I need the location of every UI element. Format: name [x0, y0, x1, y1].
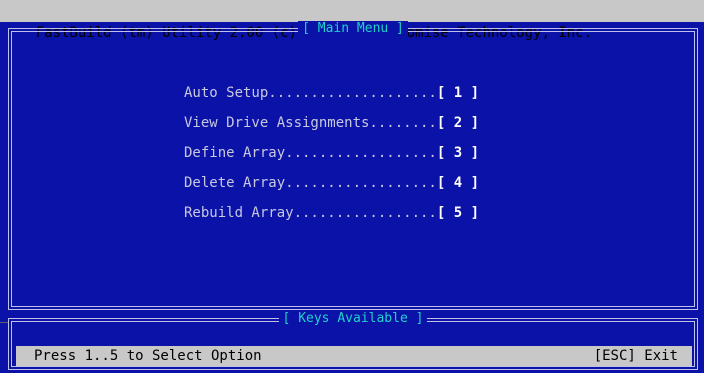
menu-item-label: Rebuild Array.................	[184, 205, 437, 221]
menu-item-rebuild-array[interactable]: Rebuild Array.................[ 5 ]	[184, 198, 479, 228]
menu-item-label: Define Array..................	[184, 145, 437, 161]
menu-item-delete-array[interactable]: Delete Array..................[ 4 ]	[184, 168, 479, 198]
menu-item-label: View Drive Assignments........	[184, 115, 437, 131]
menu-item-view-drive-assignments[interactable]: View Drive Assignments........[ 2 ]	[184, 108, 479, 138]
menu-item-key: [ 1 ]	[436, 85, 480, 101]
status-hint: Press 1..5 to Select Option	[34, 348, 262, 364]
menu-item-label: Auto Setup....................	[184, 85, 437, 101]
menu-item-auto-setup[interactable]: Auto Setup....................[ 1 ]	[184, 78, 479, 108]
keys-available-title: [ Keys Available ]	[278, 311, 428, 327]
menu-item-define-array[interactable]: Define Array..................[ 3 ]	[184, 138, 479, 168]
menu-item-key: [ 5 ]	[436, 205, 480, 221]
menu-item-key: [ 3 ]	[436, 145, 480, 161]
main-menu-list: Auto Setup....................[ 1 ] View…	[184, 78, 479, 228]
esc-exit-key[interactable]: [ESC] Exit	[594, 346, 678, 366]
divider-line	[0, 322, 8, 323]
menu-item-key: [ 4 ]	[436, 175, 480, 191]
status-bar: Press 1..5 to Select Option [ESC] Exit	[16, 346, 692, 366]
app-title-bar: FastBuild (tm) Utility 2.00 (c) 2002-200…	[0, 0, 704, 41]
menu-item-label: Delete Array..................	[184, 175, 437, 191]
menu-item-key: [ 2 ]	[436, 115, 480, 131]
bios-screen: FastBuild (tm) Utility 2.00 (c) 2002-200…	[0, 0, 704, 373]
